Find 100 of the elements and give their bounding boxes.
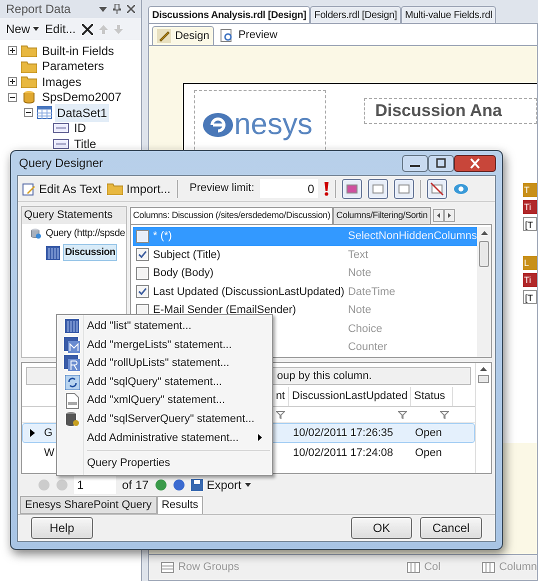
scroll-right-icon[interactable] [444,209,454,222]
scroll-left-icon[interactable] [432,209,444,222]
checkbox[interactable] [136,266,149,280]
minimize-icon[interactable] [402,154,428,172]
tree-item[interactable]: Discussion [63,244,118,261]
tree-item[interactable]: Images [40,72,84,91]
pane-header: Query Statements [22,207,126,224]
column-row[interactable]: Body (Body) Note [132,264,477,282]
table-cell-text: Open [415,426,442,441]
tablix-cell: [T [523,217,537,231]
collapse-icon[interactable] [8,92,17,102]
preview-limit-label: Preview limit: [190,181,254,196]
column-name: * (*) [152,230,172,242]
scroll-up-icon[interactable] [480,367,487,371]
column-name: Subject (Title) [152,248,220,260]
column-type: Note [348,303,372,318]
database-icon [30,226,42,241]
menu-item[interactable]: Add "list" statement... [57,317,272,336]
last-page-icon[interactable] [172,479,185,491]
filter-icon[interactable] [276,410,285,418]
folder-icon [21,44,37,58]
column-header: nt [276,389,285,404]
columns-icon [407,562,420,573]
pin-icon[interactable] [113,4,122,14]
document-tab[interactable]: Folders.rdl [Design] [310,6,401,23]
column-type: Text [348,248,368,262]
checkbox[interactable] [136,230,149,243]
import-button[interactable]: Import... [107,180,170,198]
expand-icon[interactable] [8,46,17,56]
tab[interactable]: Results [156,496,204,514]
column-type: Note [348,266,372,281]
collapse-icon[interactable] [24,108,33,118]
pane-label: Column [499,560,537,576]
field-icon [53,138,69,149]
column-tab[interactable]: Columns/Filtering/Sortin [333,207,430,224]
document-tab[interactable]: Multi-value Fields.rdl [400,6,496,23]
columns-icon [482,562,496,573]
field-icon [53,123,69,134]
tab[interactable]: Enesys SharePoint Query [20,496,157,514]
table-icon [46,246,60,260]
page-field[interactable]: 1 [74,476,116,494]
folder-icon [21,60,37,73]
close-icon[interactable] [454,154,496,172]
checkbox[interactable] [136,285,149,298]
cancel-button[interactable]: Cancel [420,517,482,539]
warning-icon [324,182,330,196]
pencil-icon [157,29,172,43]
scroll-thumb[interactable] [479,241,489,267]
tree-item[interactable]: ID [72,119,88,138]
tree-item[interactable]: Parameters [40,57,106,76]
tree-item[interactable]: Title [72,134,98,153]
tablix-cell: Ti [523,200,537,214]
maximize-icon[interactable] [428,154,454,172]
preview-limit-field[interactable]: 0 [260,179,318,198]
menu-item[interactable]: Add "xmlQuery" statement... [57,391,272,410]
dropdown-icon[interactable] [99,6,108,12]
document-icon [66,392,78,409]
tablix-cell: T [523,183,537,197]
view-tab[interactable]: Design [152,26,214,45]
save-icon [190,479,203,491]
table-cell-text: W [44,446,54,461]
tablix-cell: [T [523,290,537,304]
filter-icon[interactable] [398,410,407,418]
eye-icon[interactable] [453,182,470,196]
column-row[interactable]: Last Updated (DiscussionLastUpdated) DateTime [132,282,477,301]
menu-item[interactable]: Add "sqlServerQuery" statement... [57,410,272,429]
database-icon [65,411,79,428]
delete-icon[interactable] [82,24,93,34]
column-name: Last Updated (DiscussionLastUpdated) [152,286,344,298]
column-tab[interactable]: Columns: Discussion (/sites/ersdedemo/Discussion) [130,207,334,224]
next-page-icon[interactable] [154,479,167,491]
column-row[interactable]: Subject (Title) Text [132,246,477,264]
checkbox[interactable] [136,248,149,262]
filter-icon[interactable] [440,410,449,418]
toolbar-button[interactable]: Edit... [45,20,76,38]
folder-icon [21,75,37,88]
close-icon[interactable] [127,5,136,13]
menu-item[interactable]: Add "mergeLists" statement... [57,336,272,354]
tree-item[interactable]: SpsDemo2007 [40,88,124,106]
document-tab[interactable]: Discussions Analysis.rdl [Design] [148,6,310,23]
scroll-thumb[interactable] [478,375,489,383]
help-button[interactable]: Help [31,517,93,539]
tree-item[interactable]: DataSet1 [55,104,110,122]
logo-text: nesys [234,110,312,140]
ok-button[interactable]: OK [351,517,412,539]
scroll-up-icon[interactable] [480,231,488,235]
expand-icon[interactable] [8,77,17,86]
pane-label: Row Groups [178,560,240,576]
column-name: E-Mail Sender (EmailSender) [152,304,296,316]
edit-as-text-button[interactable]: Edit As Text [22,180,102,198]
column-type: DateTime [348,284,396,300]
menu-item[interactable]: Query Properties [57,454,272,473]
table-cell-text: 10/02/2011 17:26:35 [293,426,394,441]
tree-item[interactable]: Query (http://spsde [44,226,126,241]
menu-item[interactable]: Add Administrative statement... [57,428,272,448]
tablix-cell: Ti [523,273,537,287]
export-button[interactable]: Export [190,476,252,494]
toolbar-button[interactable]: New [6,20,40,38]
tree-item[interactable]: Built-in Fields [40,42,116,60]
table-icon [37,106,52,120]
